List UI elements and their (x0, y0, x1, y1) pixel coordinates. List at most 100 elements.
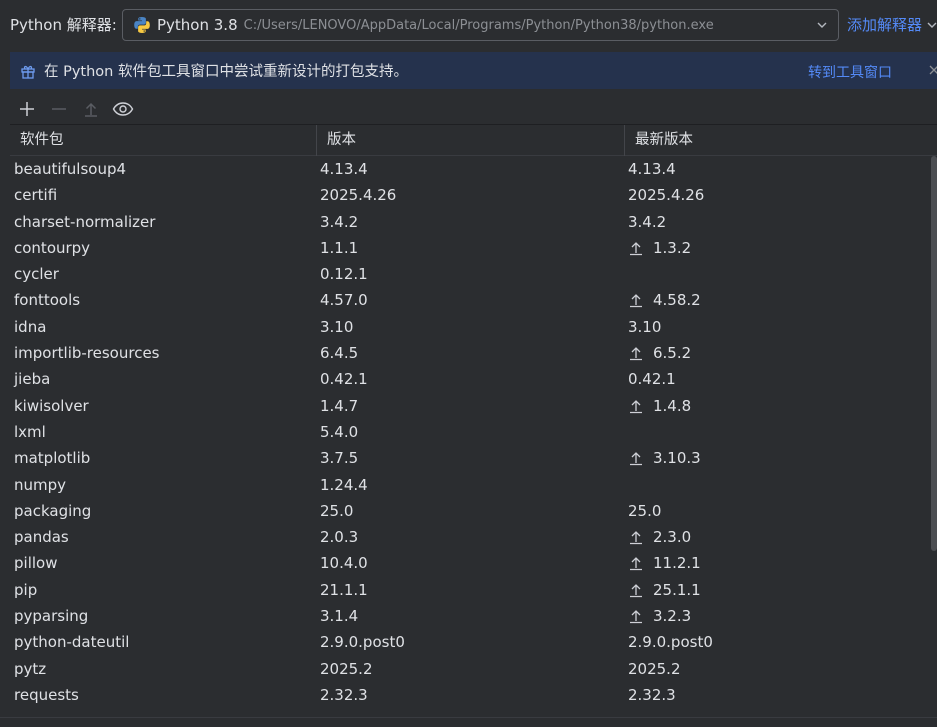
latest-version-text: 2.32.3 (628, 685, 676, 704)
package-latest-version: 25.0 (628, 498, 661, 524)
package-version: 4.13.4 (320, 160, 368, 178)
banner-message: 在 Python 软件包工具窗口中尝试重新设计的打包支持。 (44, 64, 408, 80)
table-row[interactable]: importlib-resources 6.4.5 6.5.2 (10, 340, 930, 366)
latest-version-text: 2.9.0.post0 (628, 633, 713, 652)
package-version: 5.4.0 (320, 422, 359, 441)
package-name: pytz (14, 659, 47, 678)
table-row[interactable]: pandas 2.0.3 2.3.0 (10, 524, 930, 550)
package-version: 2.0.3 (320, 528, 359, 547)
table-row[interactable]: fonttools 4.57.0 4.58.2 (10, 287, 930, 313)
package-version: 3.7.5 (320, 449, 359, 468)
chevron-down-icon (927, 22, 937, 28)
add-interpreter-label: 添加解释器 (847, 16, 923, 34)
package-name: requests (14, 685, 79, 704)
package-version: 4.57.0 (320, 291, 368, 310)
table-row[interactable]: packaging 25.0 25.0 (10, 498, 930, 524)
add-package-button[interactable] (16, 98, 38, 120)
package-version: 2.9.0.post0 (320, 633, 405, 652)
remove-package-button[interactable] (48, 98, 70, 120)
table-row[interactable]: jieba 0.42.1 0.42.1 (10, 366, 930, 392)
package-latest-version: 3.4.2 (628, 209, 666, 235)
package-table: 软件包 版本 最新版本 beautifulsoup4 4.13.4 4.13.4 ce… (10, 124, 937, 717)
vertical-scrollbar[interactable] (931, 156, 937, 551)
package-latest-version: 4.58.2 (628, 287, 701, 313)
table-row[interactable]: pillow 10.4.0 11.2.1 (10, 550, 930, 576)
package-version: 0.42.1 (320, 370, 368, 389)
plus-icon (20, 102, 34, 116)
interpreter-label: Python 解释器: (10, 16, 117, 34)
upgrade-available-icon (630, 557, 642, 571)
latest-version-text: 11.2.1 (653, 554, 701, 573)
close-icon[interactable] (927, 63, 937, 77)
table-row[interactable]: pyparsing 3.1.4 3.2.3 (10, 603, 930, 629)
bottom-edge (0, 717, 937, 727)
table-row[interactable]: pytz 2025.2 2025.2 (10, 656, 930, 682)
latest-version-text: 4.13.4 (628, 160, 676, 178)
package-latest-version: 2.3.0 (628, 524, 691, 550)
table-row[interactable]: requests 2.32.3 2.32.3 (10, 682, 930, 708)
info-banner: 在 Python 软件包工具窗口中尝试重新设计的打包支持。 转到工具窗口 (10, 52, 937, 89)
package-version: 2.32.3 (320, 685, 368, 704)
latest-version-text: 25.1.1 (653, 580, 701, 599)
package-name: contourpy (14, 238, 91, 257)
package-latest-version: 2025.2 (628, 656, 681, 682)
latest-version-text: 6.5.2 (653, 344, 692, 363)
upgrade-available-icon (630, 347, 642, 361)
interpreter-settings-panel: Python 解释器: Python 3.8 C:/Users/LENOVO/A… (0, 0, 937, 727)
package-version: 2025.2 (320, 659, 373, 678)
package-latest-version: 2025.4.26 (628, 182, 704, 208)
package-name: idna (14, 317, 47, 336)
gift-icon (21, 65, 35, 79)
package-latest-version: 11.2.1 (628, 550, 701, 576)
table-header: 软件包 版本 最新版本 (10, 125, 937, 156)
table-row[interactable]: beautifulsoup4 4.13.4 4.13.4 (10, 156, 930, 182)
column-header-latest-version[interactable]: 最新版本 (625, 125, 693, 156)
latest-version-text: 25.0 (628, 501, 662, 520)
table-row[interactable]: kiwisolver 1.4.7 1.4.8 (10, 393, 930, 419)
go-to-tool-window-link[interactable]: 转到工具窗口 (808, 62, 892, 82)
add-interpreter-button[interactable]: 添加解释器 (847, 14, 937, 35)
table-row[interactable]: python-dateutil 2.9.0.post0 2.9.0.post0 (10, 629, 930, 655)
table-row[interactable]: certifi 2025.4.26 2025.4.26 (10, 182, 930, 208)
column-header-package[interactable]: 软件包 (10, 125, 64, 156)
upgrade-available-icon (630, 610, 642, 624)
table-row[interactable]: idna 3.10 3.10 (10, 314, 930, 340)
show-early-releases-button[interactable] (112, 98, 134, 120)
interpreter-row: Python 解释器: Python 3.8 C:/Users/LENOVO/A… (0, 0, 937, 50)
table-row[interactable]: pip 21.1.1 25.1.1 (10, 577, 930, 603)
package-name: pip (14, 580, 38, 599)
package-latest-version: 3.10 (628, 314, 661, 340)
package-name: pillow (14, 554, 58, 573)
upgrade-available-icon (630, 583, 642, 597)
table-row[interactable]: cycler 0.12.1 (10, 261, 930, 287)
table-row[interactable]: numpy 1.24.4 (10, 472, 930, 498)
table-row[interactable]: contourpy 1.1.1 1.3.2 (10, 235, 930, 261)
upgrade-available-icon (630, 241, 642, 256)
package-name: charset-normalizer (14, 212, 156, 231)
latest-version-text: 3.10 (628, 317, 662, 336)
eye-icon (112, 102, 134, 116)
minus-icon (52, 108, 66, 110)
upgrade-available-icon (630, 294, 642, 308)
package-name: cycler (14, 265, 59, 284)
chevron-down-icon[interactable] (816, 19, 828, 31)
package-latest-version: 6.5.2 (628, 340, 691, 366)
table-row[interactable]: charset-normalizer 3.4.2 3.4.2 (10, 209, 930, 235)
interpreter-path: C:/Users/LENOVO/AppData/Local/Programs/P… (243, 17, 714, 33)
latest-version-text: 1.4.8 (653, 396, 692, 415)
upgrade-available-icon (630, 452, 642, 466)
package-name: numpy (14, 475, 67, 494)
upgrade-icon (85, 102, 97, 117)
package-latest-version: 1.3.2 (628, 235, 691, 261)
upgrade-package-button[interactable] (80, 98, 102, 120)
table-row[interactable]: matplotlib 3.7.5 3.10.3 (10, 445, 930, 471)
table-row[interactable]: lxml 5.4.0 (10, 419, 930, 445)
package-latest-version: 3.10.3 (628, 445, 701, 471)
package-name: importlib-resources (14, 344, 160, 363)
upgrade-available-icon (630, 399, 642, 413)
interpreter-combobox[interactable]: Python 3.8 C:/Users/LENOVO/AppData/Local… (122, 9, 839, 41)
package-name: beautifulsoup4 (14, 160, 127, 178)
column-header-version[interactable]: 版本 (317, 125, 356, 156)
package-latest-version: 2.32.3 (628, 682, 676, 708)
latest-version-text: 3.2.3 (653, 607, 692, 626)
